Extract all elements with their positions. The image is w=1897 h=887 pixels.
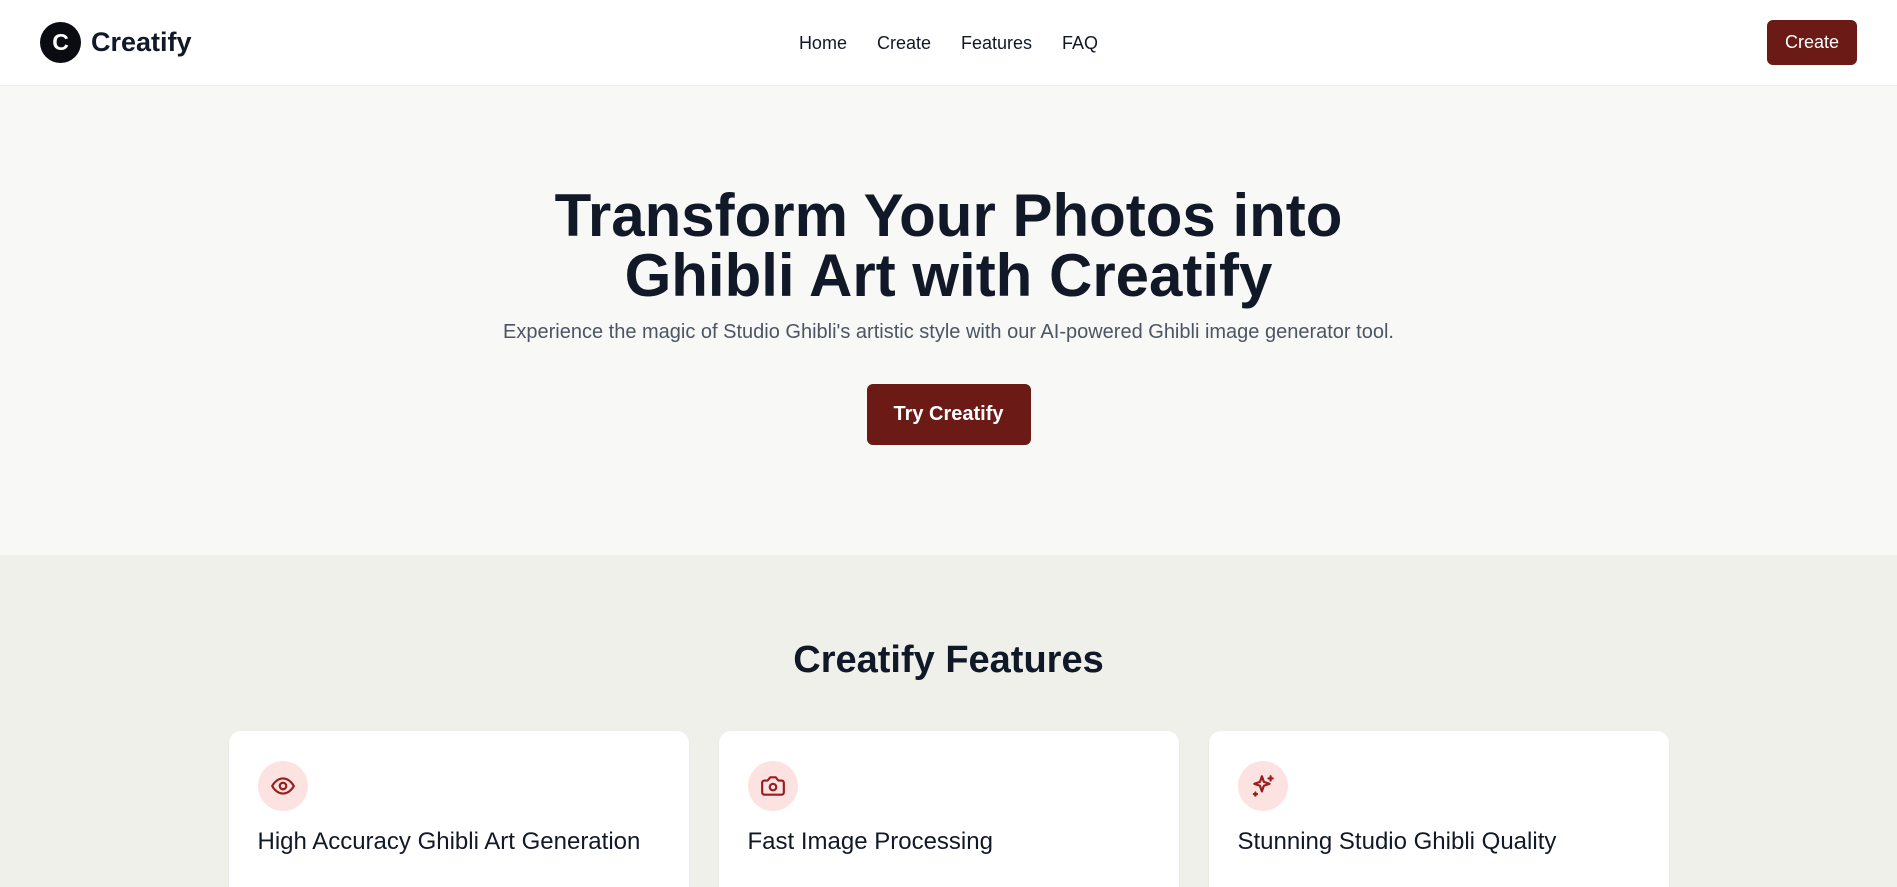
brand[interactable]: C Creatify — [40, 22, 192, 63]
feature-card-title: High Accuracy Ghibli Art Generation — [257, 828, 641, 855]
nav-item-home[interactable]: Home — [799, 33, 847, 54]
hero-subtitle: Experience the magic of Studio Ghibli's … — [503, 321, 1394, 343]
hero-section: Transform Your Photos into Ghibli Art wi… — [0, 86, 1897, 555]
nav-item-create[interactable]: Create — [877, 33, 931, 54]
site-header: C Creatify Home Create Features FAQ Crea… — [0, 0, 1897, 86]
sparkles-icon — [1237, 761, 1288, 811]
eye-icon — [257, 761, 308, 811]
main-nav: Home Create Features FAQ — [0, 0, 1897, 86]
feature-cards: High Accuracy Ghibli Art Generation Fast… — [0, 731, 1897, 887]
nav-item-features[interactable]: Features — [961, 33, 1032, 54]
feature-card-quality: Stunning Studio Ghibli Quality — [1208, 731, 1669, 887]
create-button[interactable]: Create — [1767, 20, 1857, 65]
feature-card-title: Fast Image Processing — [747, 828, 993, 855]
features-title: Creatify Features — [793, 639, 1104, 681]
brand-name: Creatify — [91, 27, 192, 57]
hero-title: Transform Your Photos into Ghibli Art wi… — [554, 182, 1343, 309]
feature-card-accuracy: High Accuracy Ghibli Art Generation — [228, 731, 689, 887]
feature-card-speed: Fast Image Processing — [718, 731, 1179, 887]
camera-icon — [747, 761, 798, 811]
features-section: Creatify Features High Accuracy Ghibli A… — [0, 555, 1897, 887]
feature-card-title: Stunning Studio Ghibli Quality — [1237, 828, 1557, 855]
try-creatify-button[interactable]: Try Creatify — [866, 384, 1031, 445]
logo: C — [40, 22, 81, 63]
nav-item-faq[interactable]: FAQ — [1062, 33, 1098, 54]
